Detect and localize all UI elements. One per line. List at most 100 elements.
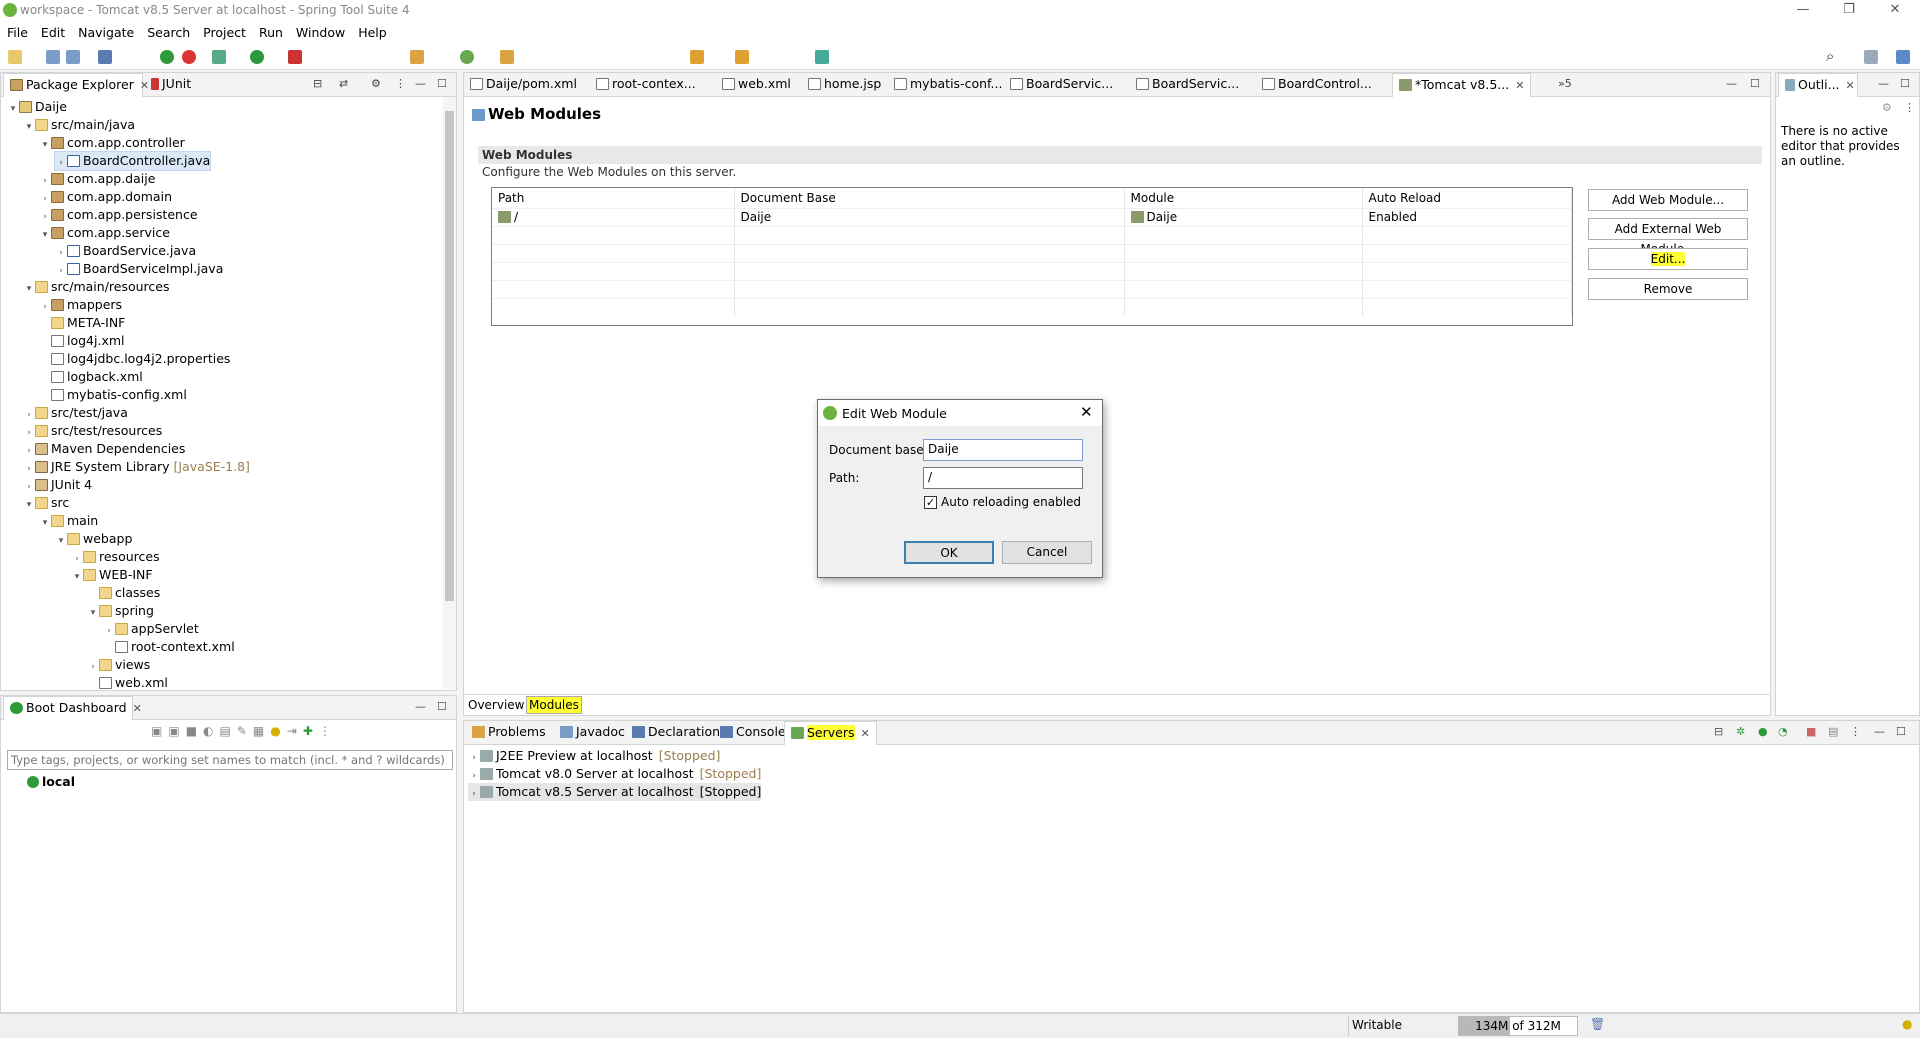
menu-file[interactable]: File	[0, 22, 34, 40]
new-class-icon[interactable]	[460, 50, 474, 64]
maximize-view-icon[interactable]: ☐	[437, 700, 447, 713]
tab-declaration[interactable]: Declaration	[626, 721, 726, 745]
collapse-arrow-icon[interactable]: ▾	[39, 514, 51, 532]
tree-item[interactable]: ▾ Daije	[7, 98, 67, 116]
tree-item[interactable]: root-context.xml	[103, 638, 235, 656]
debug-server-icon[interactable]: ✲	[1736, 725, 1745, 738]
tree-item[interactable]: ▾ src	[23, 494, 70, 514]
tree-item[interactable]: ▾ src/main/resources	[23, 278, 170, 298]
stop-icon[interactable]: ■	[186, 724, 203, 738]
tree-item[interactable]: › mappers	[39, 296, 122, 314]
add-icon[interactable]: ✚	[303, 724, 319, 738]
collapse-arrow-icon[interactable]: ▾	[71, 568, 83, 586]
collapse-arrow-icon[interactable]: ▾	[7, 100, 19, 118]
publish-icon[interactable]: ▤	[1828, 725, 1838, 738]
minimize-view-icon[interactable]: —	[1878, 77, 1889, 90]
tree-item[interactable]: ▾ spring	[87, 602, 154, 620]
save-icon[interactable]	[46, 50, 60, 64]
tree-item[interactable]: › JUnit 4	[23, 476, 92, 494]
server-row[interactable]: › J2EE Preview at localhost [Stopped]	[468, 747, 720, 765]
tree-item[interactable]: classes	[87, 584, 160, 602]
tree-item[interactable]: ▾ com.app.controller	[39, 134, 185, 152]
console-icon[interactable]: ▤	[220, 724, 237, 738]
editor-tab[interactable]: root-contex...	[590, 73, 702, 97]
table-row[interactable]: / Daije Daije Enabled	[492, 207, 1572, 226]
collapse-all-icon[interactable]: ⊟	[313, 77, 322, 90]
search-icon[interactable]: ⌕	[1826, 47, 1834, 65]
editor-tab[interactable]: BoardControl...	[1256, 73, 1378, 97]
menu-navigate[interactable]: Navigate	[71, 22, 140, 40]
restart-icon[interactable]: ▣	[168, 724, 185, 738]
view-menu-icon[interactable]: ⋮	[319, 724, 337, 738]
remove-button[interactable]: Remove	[1588, 278, 1748, 300]
run-icon[interactable]	[250, 50, 264, 64]
column-module[interactable]: Module	[1124, 188, 1363, 208]
tree-item[interactable]: › resources	[71, 548, 159, 566]
server-row[interactable]: › Tomcat v8.0 Server at localhost [Stopped…	[468, 765, 761, 783]
auto-reload-checkbox[interactable]: ✓	[924, 496, 937, 509]
table-icon[interactable]: ▦	[253, 724, 270, 738]
dialog-close-icon[interactable]: ✕	[1080, 403, 1093, 421]
add-web-module-button[interactable]: Add Web Module...	[1588, 189, 1748, 211]
heap-status[interactable]: 134M of 312M	[1458, 1016, 1578, 1036]
tree-item[interactable]: ▾ com.app.service	[39, 224, 170, 242]
collapse-arrow-icon[interactable]: ▾	[39, 136, 51, 154]
collapse-arrow-icon[interactable]: ▾	[23, 118, 35, 136]
maximize-view-icon[interactable]: ☐	[1900, 77, 1910, 90]
tree-item[interactable]: › Maven Dependencies	[23, 440, 185, 458]
link-editor-icon[interactable]: ⇄	[339, 77, 348, 90]
relaunch-icon[interactable]	[182, 50, 196, 64]
maximize-view-icon[interactable]: ☐	[437, 77, 447, 90]
tree-item[interactable]: › BoardService.java	[55, 242, 196, 260]
tab-boot-dashboard[interactable]: Boot Dashboard ✕	[3, 696, 142, 720]
expand-arrow-icon[interactable]: ›	[468, 785, 480, 803]
maximize-view-icon[interactable]: ☐	[1896, 725, 1906, 738]
new-icon[interactable]	[8, 50, 22, 64]
back-icon[interactable]	[735, 50, 749, 64]
restore-icon[interactable]: ❐	[1826, 0, 1872, 22]
editor-tab[interactable]: home.jsp	[802, 73, 887, 97]
tab-package-explorer[interactable]: Package Explorer ✕	[3, 73, 149, 97]
tree-item[interactable]: mybatis-config.xml	[39, 386, 187, 404]
open-task-icon[interactable]	[500, 50, 514, 64]
path-field[interactable]: /	[923, 467, 1083, 489]
editor-tab[interactable]: mybatis-conf...	[888, 73, 1008, 97]
minimize-editor-icon[interactable]: —	[1726, 77, 1737, 90]
lightbulb-icon[interactable]: ●	[270, 724, 286, 738]
editor-tab[interactable]: web.xml	[716, 73, 797, 97]
java-perspective-icon[interactable]	[1896, 50, 1910, 64]
menu-run[interactable]: Run	[252, 22, 289, 40]
collapse-arrow-icon[interactable]: ▾	[23, 496, 35, 514]
cancel-button[interactable]: Cancel	[1002, 541, 1092, 564]
tip-icon[interactable]: ●	[1902, 1017, 1912, 1031]
editor-tab[interactable]: BoardServic...	[1130, 73, 1245, 97]
tree-item[interactable]: ▾ WEB-INF	[71, 566, 153, 584]
editor-tab[interactable]: Daije/pom.xml	[464, 73, 583, 97]
collapse-arrow-icon[interactable]: ▾	[39, 226, 51, 244]
column-auto-reload[interactable]: Auto Reload	[1362, 188, 1572, 208]
boot-filter-input[interactable]	[7, 750, 453, 770]
filter-icon[interactable]: ⚙	[371, 77, 381, 90]
tab-servers[interactable]: Servers ✕	[784, 721, 877, 745]
external-tools-icon[interactable]	[288, 50, 302, 64]
prev-edit-icon[interactable]	[690, 50, 704, 64]
tree-item[interactable]: log4j.xml	[39, 332, 125, 350]
tree-item[interactable]: › appServlet	[103, 620, 199, 638]
add-external-web-module-button[interactable]: Add External Web Module...	[1588, 218, 1748, 256]
more-tabs-button[interactable]: »5	[1558, 77, 1572, 90]
ok-button[interactable]: OK	[904, 541, 994, 564]
tree-item[interactable]: › com.app.daije	[39, 170, 155, 188]
tree-item[interactable]: › src/test/java	[23, 404, 128, 422]
menu-help[interactable]: Help	[351, 22, 393, 40]
minimize-icon[interactable]: —	[1780, 0, 1826, 22]
tab-junit[interactable]: JUnit	[145, 73, 197, 97]
collapse-arrow-icon[interactable]: ▾	[55, 532, 67, 550]
open-browser-icon[interactable]: ◐	[203, 724, 219, 738]
tab-outline[interactable]: Outli... ✕	[1778, 73, 1858, 97]
tree-item[interactable]: logback.xml	[39, 368, 143, 386]
docbase-field[interactable]: Daije	[923, 439, 1083, 461]
properties-icon[interactable]: ✎	[237, 724, 253, 738]
view-menu-icon[interactable]: ⋮	[1904, 101, 1915, 114]
collapse-arrow-icon[interactable]: ▾	[23, 280, 35, 298]
start-icon[interactable]: ▣	[151, 724, 168, 738]
